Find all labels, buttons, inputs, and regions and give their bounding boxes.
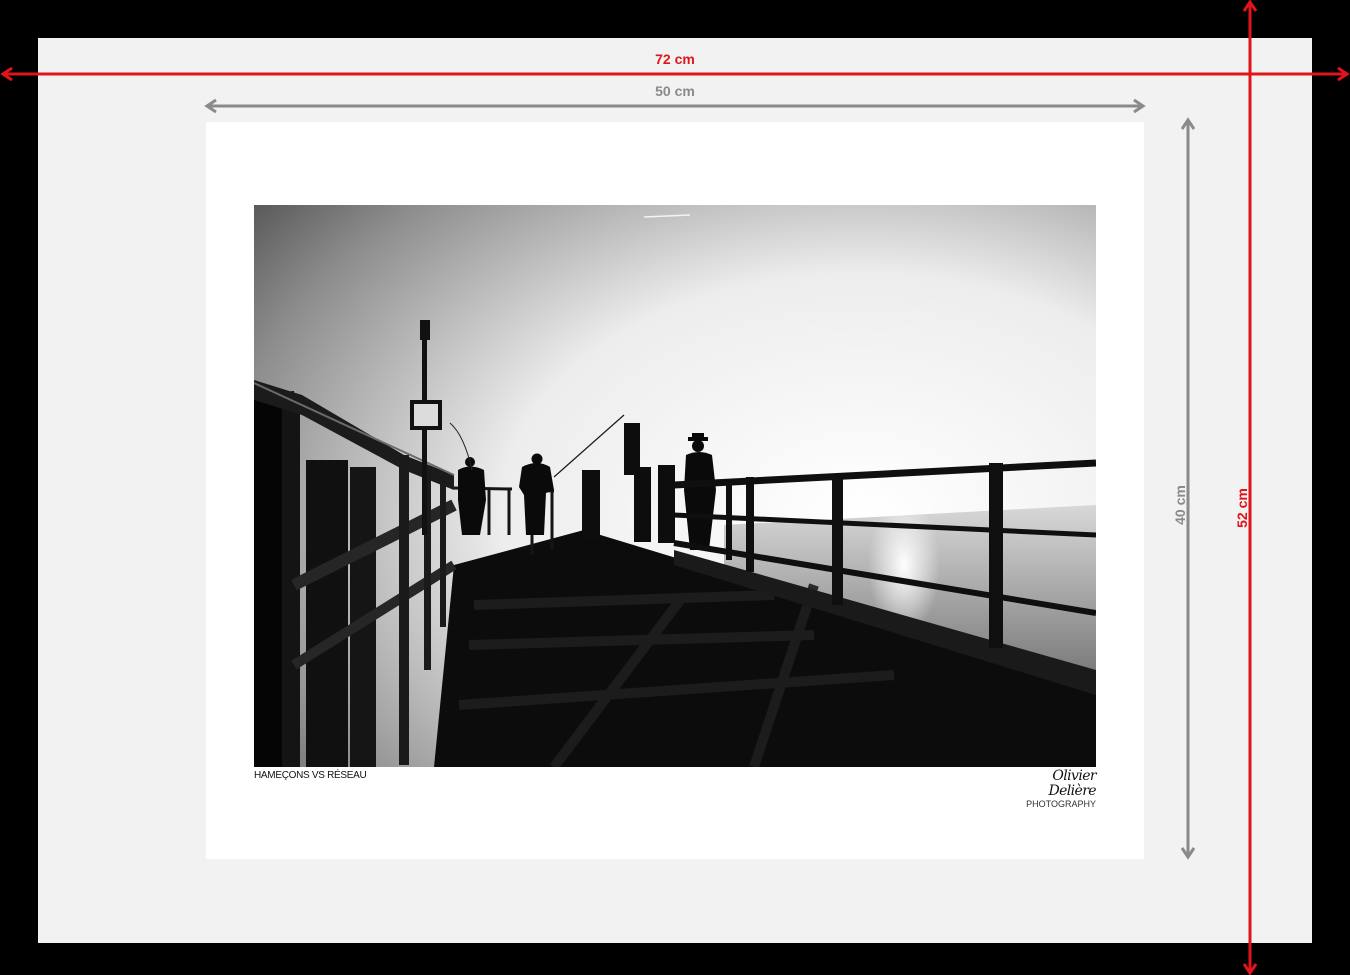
dimension-lines	[0, 0, 1350, 975]
inner-width-label: 50 cm	[655, 83, 695, 99]
inner-height-label: 40 cm	[1171, 485, 1188, 525]
outer-height-label: 52 cm	[1233, 488, 1250, 528]
outer-width-arrow	[0, 66, 1350, 82]
outer-width-label: 72 cm	[655, 51, 695, 67]
inner-width-arrow	[204, 98, 1146, 114]
